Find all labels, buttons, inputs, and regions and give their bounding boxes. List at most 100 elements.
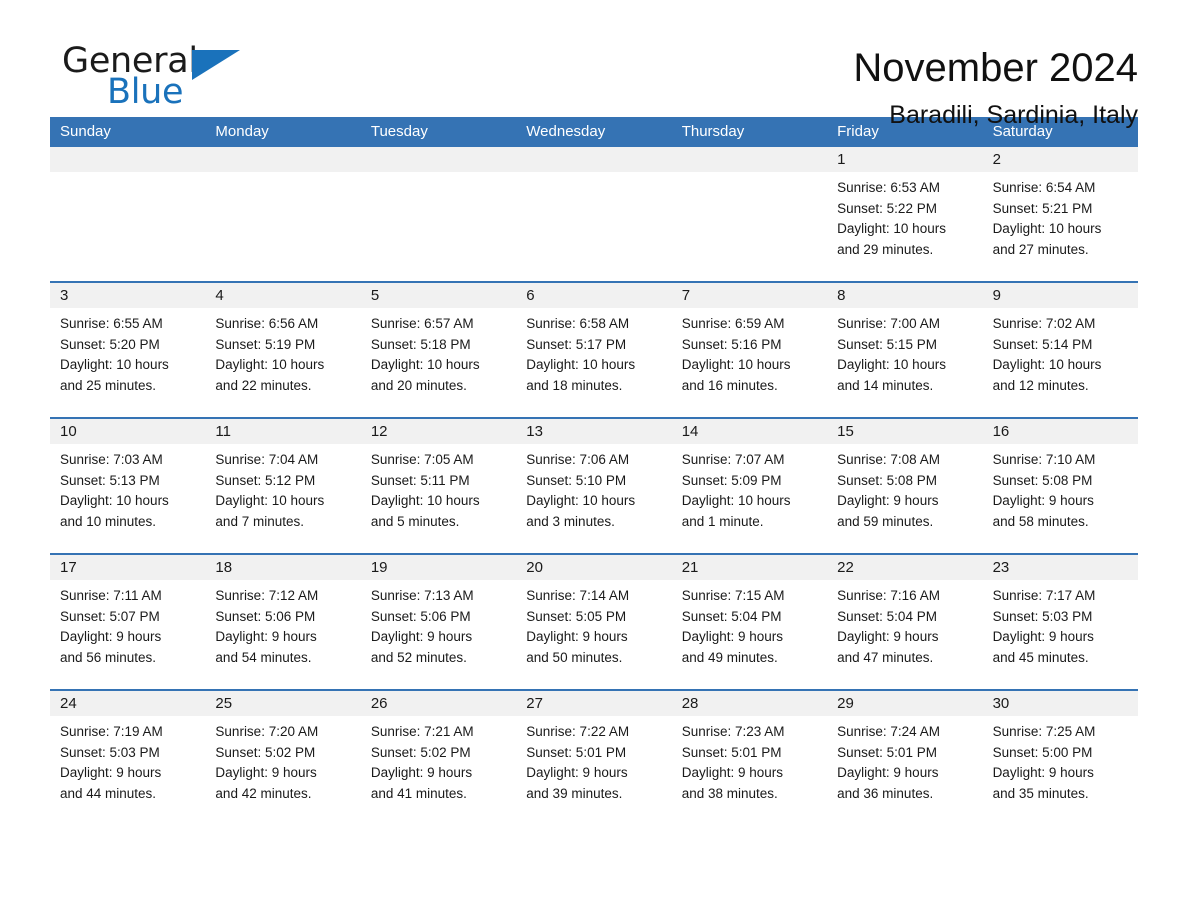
day-info-line: Sunrise: 7:10 AM (992, 452, 1096, 467)
calendar-day-cell[interactable]: 5 Sunrise: 6:57 AM Sunset: 5:18 PM Daylight… (360, 283, 517, 417)
day-info-line: Sunset: 5:15 PM (837, 336, 937, 352)
day-info-line: Daylight: 10 hours (215, 357, 325, 372)
calendar-day-cell[interactable]: 8 Sunrise: 7:00 AM Sunset: 5:15 PM Daylight… (827, 283, 983, 417)
day-info-line: Sunset: 5:08 PM (837, 472, 937, 488)
day-info-line: and 5 minutes. (370, 513, 460, 529)
day-number: 19 (360, 555, 517, 580)
calendar-day-cell[interactable]: 4 Sunrise: 6:56 AM Sunset: 5:19 PM Daylight… (205, 283, 361, 417)
day-info-line: Sunset: 5:03 PM (60, 744, 160, 760)
day-sun-info: Sunrise: 7:19 AM Sunset: 5:03 PM Daylight:… (50, 716, 205, 804)
calendar-day-cell-empty (671, 147, 828, 281)
day-info-line: Sunrise: 6:59 AM (681, 316, 785, 331)
day-sun-info: Sunrise: 7:11 AM Sunset: 5:07 PM Daylight:… (50, 580, 205, 668)
day-info-line: Sunrise: 7:15 AM (681, 588, 785, 603)
calendar-week-row: 1 Sunrise: 6:53 AM Sunset: 5:22 PM Daylight… (50, 147, 1138, 281)
calendar-day-cell[interactable]: 2 Sunrise: 6:54 AM Sunset: 5:21 PM Daylight… (982, 147, 1138, 281)
day-info-line: Sunrise: 6:55 AM (60, 316, 163, 331)
calendar-day-cell[interactable]: 7 Sunrise: 6:59 AM Sunset: 5:16 PM Daylight… (671, 283, 828, 417)
day-info-line: Sunrise: 7:21 AM (370, 724, 474, 739)
calendar-day-cell[interactable]: 18 Sunrise: 7:12 AM Sunset: 5:06 PM Dayligh… (205, 555, 361, 689)
day-info-line: Sunset: 5:21 PM (992, 200, 1093, 216)
calendar-day-cell[interactable]: 15 Sunrise: 7:08 AM Sunset: 5:08 PM Dayligh… (827, 419, 983, 553)
day-number: 28 (671, 691, 828, 716)
day-info-line: and 56 minutes. (60, 649, 157, 665)
day-sun-info: Sunrise: 7:15 AM Sunset: 5:04 PM Daylight:… (672, 580, 827, 668)
day-info-line: and 38 minutes. (681, 785, 778, 801)
day-info-line: Sunset: 5:22 PM (837, 200, 937, 216)
calendar-day-cell[interactable]: 14 Sunrise: 7:07 AM Sunset: 5:09 PM Dayligh… (671, 419, 828, 553)
calendar-grid: Sunday Monday Tuesday Wednesday Thursday Frid… (50, 117, 1138, 825)
calendar-day-cell[interactable]: 12 Sunrise: 7:05 AM Sunset: 5:11 PM Dayligh… (360, 419, 517, 553)
brand-logo[interactable]: General Blue (50, 42, 270, 118)
day-info-line: and 27 minutes. (992, 241, 1089, 257)
day-info-line: Sunset: 5:12 PM (215, 472, 316, 488)
calendar-day-cell[interactable]: 29 Sunrise: 7:24 AM Sunset: 5:01 PM Dayligh… (827, 691, 983, 825)
day-info-line: and 52 minutes. (370, 649, 467, 665)
day-info-line: and 49 minutes. (681, 649, 778, 665)
calendar-day-cell[interactable]: 9 Sunrise: 7:02 AM Sunset: 5:14 PM Daylight… (982, 283, 1138, 417)
calendar-day-cell[interactable]: 1 Sunrise: 6:53 AM Sunset: 5:22 PM Daylight… (827, 147, 983, 281)
day-number: 2 (982, 147, 1138, 172)
day-info-line: and 35 minutes. (992, 785, 1089, 801)
calendar-day-cell[interactable]: 6 Sunrise: 6:58 AM Sunset: 5:17 PM Daylight… (516, 283, 672, 417)
day-sun-info: Sunrise: 6:59 AM Sunset: 5:16 PM Daylight:… (672, 308, 827, 396)
day-info-line: Sunset: 5:14 PM (992, 336, 1093, 352)
calendar-day-cell[interactable]: 24 Sunrise: 7:19 AM Sunset: 5:03 PM Dayligh… (50, 691, 206, 825)
calendar-day-cell[interactable]: 19 Sunrise: 7:13 AM Sunset: 5:06 PM Dayligh… (360, 555, 517, 689)
calendar-day-cell[interactable]: 16 Sunrise: 7:10 AM Sunset: 5:08 PM Dayligh… (982, 419, 1138, 553)
calendar-day-cell[interactable]: 10 Sunrise: 7:03 AM Sunset: 5:13 PM Dayligh… (50, 419, 206, 553)
day-sun-info: Sunrise: 6:57 AM Sunset: 5:18 PM Daylight:… (361, 308, 516, 396)
day-info-line: Daylight: 9 hours (215, 629, 317, 644)
calendar-day-cell[interactable]: 20 Sunrise: 7:14 AM Sunset: 5:05 PM Dayligh… (516, 555, 672, 689)
day-sun-info: Sunrise: 6:55 AM Sunset: 5:20 PM Daylight:… (50, 308, 205, 396)
calendar-day-cell[interactable]: 3 Sunrise: 6:55 AM Sunset: 5:20 PM Daylight… (50, 283, 206, 417)
day-info-line: Sunset: 5:02 PM (370, 744, 471, 760)
calendar-week-row: 10 Sunrise: 7:03 AM Sunset: 5:13 PM Dayligh… (50, 417, 1138, 553)
day-sun-info: Sunrise: 6:58 AM Sunset: 5:17 PM Daylight:… (516, 308, 671, 396)
calendar-day-cell[interactable]: 22 Sunrise: 7:16 AM Sunset: 5:04 PM Dayligh… (827, 555, 983, 689)
day-info-line: Sunrise: 7:03 AM (60, 452, 163, 467)
calendar-weeks: 1 Sunrise: 6:53 AM Sunset: 5:22 PM Daylight… (50, 147, 1138, 825)
calendar-day-cell[interactable]: 11 Sunrise: 7:04 AM Sunset: 5:12 PM Dayligh… (205, 419, 361, 553)
calendar-day-cell[interactable]: 25 Sunrise: 7:20 AM Sunset: 5:02 PM Dayligh… (205, 691, 361, 825)
calendar-day-cell[interactable]: 26 Sunrise: 7:21 AM Sunset: 5:02 PM Dayligh… (360, 691, 517, 825)
day-number: 20 (516, 555, 672, 580)
day-number: 24 (50, 691, 206, 716)
day-info-line: Sunrise: 7:17 AM (992, 588, 1096, 603)
day-info-line: Sunset: 5:06 PM (370, 608, 471, 624)
day-info-line: Daylight: 9 hours (526, 629, 628, 644)
day-number: 4 (205, 283, 361, 308)
day-sun-info: Sunrise: 7:13 AM Sunset: 5:06 PM Daylight:… (361, 580, 516, 668)
day-info-line: Daylight: 9 hours (837, 493, 939, 508)
calendar-day-cell[interactable]: 17 Sunrise: 7:11 AM Sunset: 5:07 PM Dayligh… (50, 555, 206, 689)
calendar-day-cell[interactable]: 27 Sunrise: 7:22 AM Sunset: 5:01 PM Dayligh… (516, 691, 672, 825)
calendar-day-cell-empty (516, 147, 672, 281)
calendar-day-cell[interactable]: 21 Sunrise: 7:15 AM Sunset: 5:04 PM Dayligh… (671, 555, 828, 689)
day-sun-info: Sunrise: 7:21 AM Sunset: 5:02 PM Daylight:… (361, 716, 516, 804)
weekday-header-thursday: Thursday (681, 123, 745, 140)
day-info-line: and 14 minutes. (837, 377, 934, 393)
day-sun-info: Sunrise: 6:53 AM Sunset: 5:22 PM Daylight:… (827, 172, 982, 260)
day-info-line: and 3 minutes. (526, 513, 615, 529)
day-info-line: and 25 minutes. (60, 377, 157, 393)
day-sun-info: Sunrise: 7:05 AM Sunset: 5:11 PM Daylight:… (361, 444, 516, 532)
day-info-line: Daylight: 10 hours (837, 221, 946, 236)
day-info-line: Sunrise: 6:53 AM (837, 180, 940, 195)
calendar-day-cell[interactable]: 13 Sunrise: 7:06 AM Sunset: 5:10 PM Dayligh… (516, 419, 672, 553)
day-info-line: Sunset: 5:19 PM (215, 336, 316, 352)
day-sun-info (50, 172, 205, 178)
day-sun-info: Sunrise: 7:02 AM Sunset: 5:14 PM Daylight:… (983, 308, 1138, 396)
day-sun-info: Sunrise: 7:12 AM Sunset: 5:06 PM Daylight:… (205, 580, 360, 668)
weekday-header-friday: Friday (837, 123, 879, 140)
day-sun-info: Sunrise: 7:24 AM Sunset: 5:01 PM Daylight:… (827, 716, 982, 804)
day-info-line: Sunset: 5:17 PM (526, 336, 627, 352)
day-info-line: Sunset: 5:01 PM (526, 744, 627, 760)
calendar-day-cell[interactable]: 28 Sunrise: 7:23 AM Sunset: 5:01 PM Dayligh… (671, 691, 828, 825)
weekday-header-tuesday: Tuesday (370, 123, 428, 140)
day-number (50, 147, 206, 172)
day-info-line: and 16 minutes. (681, 377, 778, 393)
day-info-line: Sunset: 5:04 PM (837, 608, 937, 624)
day-sun-info: Sunrise: 7:07 AM Sunset: 5:09 PM Daylight:… (672, 444, 827, 532)
calendar-day-cell[interactable]: 23 Sunrise: 7:17 AM Sunset: 5:03 PM Dayligh… (982, 555, 1138, 689)
calendar-day-cell[interactable]: 30 Sunrise: 7:25 AM Sunset: 5:00 PM Dayligh… (982, 691, 1138, 825)
